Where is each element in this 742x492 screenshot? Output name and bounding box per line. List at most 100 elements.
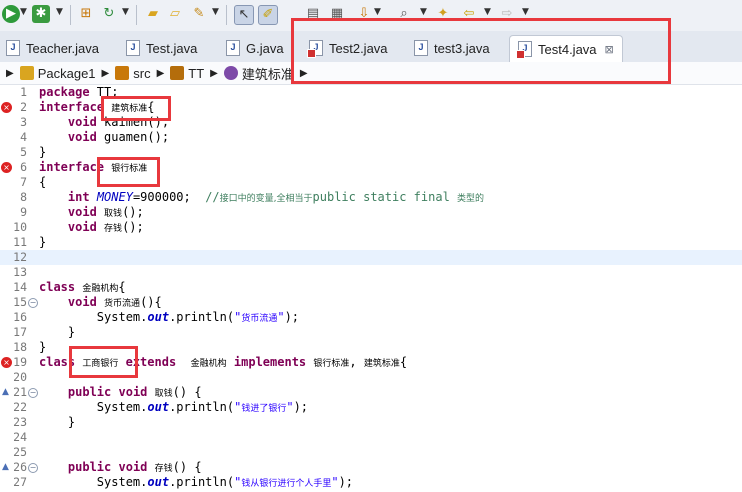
code-text: } [39,235,47,249]
breadcrumb-label: Package1 [37,65,96,81]
breadcrumb-item-interface[interactable]: 建筑标准 [223,64,294,83]
tab-label: Teacher.java [26,40,99,56]
override-marker-icon[interactable]: ▲ [2,385,9,400]
code-line: 14 class 金融机构{ [0,280,742,295]
code-line: 13 [0,265,742,280]
breadcrumb-item-package[interactable]: TT [170,66,204,81]
code-text: System.out.println("钱从银行进行个人手里"); [39,475,354,489]
error-marker-icon[interactable]: × [1,357,12,368]
run-dropdown-icon[interactable]: ▼ [20,7,27,17]
line-number: 6 [20,160,27,174]
code-line: 10 void 存钱(); [0,220,742,235]
refresh-dropdown-icon[interactable]: ▼ [122,7,129,17]
line-number: 25 [13,445,27,459]
line-number: 2 [20,100,27,114]
code-text: } [39,415,76,429]
tab-teacher-java[interactable]: J Teacher.java [6,35,99,61]
code-line: ▲ 26 − public void 存钱() { [0,460,742,475]
annotation-dropdown-icon[interactable]: ▼ [374,7,381,17]
line-number: 27 [13,475,27,489]
new-java-project-icon[interactable]: ⊞ [77,5,95,23]
line-number: 18 [13,340,27,354]
breadcrumb-label: 建筑标准 [241,66,294,82]
line-number: 21 [13,385,27,399]
interface-icon [223,66,238,80]
breadcrumb-item-src[interactable]: src [115,65,151,81]
refresh-icon[interactable]: ↻ [100,5,118,23]
edit-icon[interactable]: ✎ [190,5,208,23]
toolbar-separator [70,5,71,25]
line-number: 16 [13,310,27,324]
line-number: 1 [20,85,27,99]
line-number: 17 [13,325,27,339]
line-number: 23 [13,415,27,429]
tab-g-java[interactable]: J G.java [226,35,284,61]
code-line: 9 void 取钱(); [0,205,742,220]
code-line: 8 int MONEY=900000; //接口中的变量,全相当于public … [0,190,742,205]
error-marker-icon[interactable]: × [1,162,12,173]
toolbar-separator [136,5,137,25]
line-number: 20 [13,370,27,384]
folder-icon[interactable]: ▱ [166,5,184,23]
line-number: 15 [13,295,27,309]
line-number: 3 [20,115,27,129]
code-line: 27 System.out.println("钱从银行进行个人手里"); [0,475,742,490]
edit-dropdown-icon[interactable]: ▼ [212,7,219,17]
breadcrumb-label: src [133,65,151,81]
line-number: 13 [13,265,27,279]
line-number: 10 [13,220,27,234]
code-line: 11 } [0,235,742,250]
line-number: 11 [13,235,27,249]
tab-label: G.java [246,40,284,56]
breadcrumb-arrow-icon[interactable]: ▶ [157,68,165,79]
fold-toggle-icon[interactable]: − [28,298,38,308]
code-line: 22 System.out.println("钱进了银行"); [0,400,742,415]
code-text: } [39,340,47,354]
line-number: 5 [20,145,27,159]
debug-dropdown-icon[interactable]: ▼ [56,7,63,17]
line-number: 12 [13,250,27,264]
back-dropdown-icon[interactable]: ▼ [484,7,491,17]
search-dropdown-icon[interactable]: ▼ [420,7,427,17]
breadcrumb-item-project[interactable]: Package1 [19,65,96,81]
line-number: 9 [20,205,27,219]
breadcrumb-arrow-icon[interactable]: ▶ [210,68,218,79]
line-number: 19 [13,355,27,369]
breadcrumb-arrow-icon[interactable]: ▶ [6,68,14,79]
java-file-icon: J [126,40,140,56]
annotation-box-class-name [69,346,138,378]
code-line: 24 [0,430,742,445]
open-folder-icon[interactable]: ▰ [144,5,162,23]
code-text: void guamen(); [67,130,170,144]
code-line: 16 System.out.println("货币流通"); [0,310,742,325]
package-icon [170,66,185,80]
code-line: 4 void guamen(); [0,130,742,145]
forward-dropdown-icon[interactable]: ▼ [522,7,529,17]
code-line: 17 } [0,325,742,340]
tab-test-java[interactable]: J Test.java [126,35,197,61]
override-marker-icon[interactable]: ▲ [2,460,9,475]
breadcrumb-arrow-icon[interactable]: ▶ [102,68,110,79]
fold-toggle-icon[interactable]: − [28,388,38,398]
line-number: 8 [20,190,27,204]
code-line: 23 } [0,415,742,430]
fold-toggle-icon[interactable]: − [28,463,38,473]
source-folder-icon [115,66,130,80]
select-icon[interactable]: ↖ [234,5,254,25]
line-number: 26 [13,460,27,474]
debug-icon[interactable]: ✱ [32,5,50,23]
project-icon [19,66,34,80]
error-marker-icon[interactable]: × [1,102,12,113]
run-icon[interactable]: ▶ [2,5,20,23]
line-number: 24 [13,430,27,444]
code-line: ▲ 21 − public void 取钱() { [0,385,742,400]
annotation-box-interface-name [97,157,160,187]
line-number: 22 [13,400,27,414]
current-code-line: 12 [0,250,742,265]
highlight-icon[interactable]: ✐ [258,5,278,25]
line-number: 4 [20,130,27,144]
java-file-icon: J [6,40,20,56]
code-editor[interactable]: 1 package TT; × 2 interface 建筑标准{ 3 void… [0,85,742,490]
line-number: 7 [20,175,27,189]
breadcrumb-label: TT [188,65,205,81]
